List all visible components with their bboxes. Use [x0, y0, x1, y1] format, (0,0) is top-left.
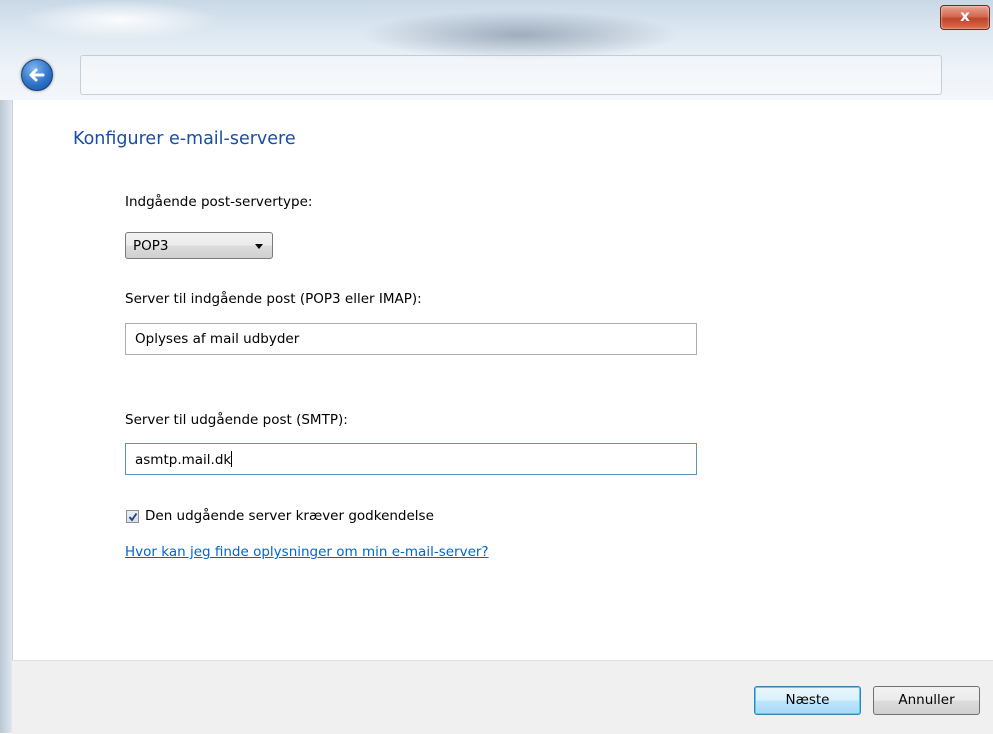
title-bar: [0, 0, 993, 100]
incoming-type-select[interactable]: POP3: [125, 232, 273, 259]
text-caret: [231, 451, 233, 467]
incoming-server-label: Server til indgående post (POP3 eller IM…: [125, 291, 422, 307]
chevron-down-icon: [255, 244, 263, 249]
glass-background-window: [80, 55, 942, 95]
server-help-link[interactable]: Hvor kan jeg finde oplysninger om min e-…: [125, 544, 489, 560]
glass-reflection: [360, 10, 680, 60]
outgoing-server-input[interactable]: asmtp.mail.dk: [125, 443, 697, 475]
wizard-content: [12, 100, 993, 660]
next-button[interactable]: Næste: [754, 686, 861, 715]
incoming-server-input[interactable]: Oplyses af mail udbyder: [125, 323, 697, 355]
auth-checkbox-label: Den udgående server kræver godkendelse: [145, 508, 434, 524]
outgoing-server-label: Server til udgående post (SMTP):: [125, 412, 348, 428]
checkmark-icon: [128, 512, 138, 522]
auth-checkbox[interactable]: [126, 510, 139, 523]
incoming-type-value: POP3: [133, 238, 169, 254]
incoming-type-label: Indgående post-servertype:: [125, 194, 313, 210]
page-title: Konfigurer e-mail-servere: [73, 129, 296, 149]
close-icon: x: [960, 7, 970, 25]
back-arrow-icon: [29, 68, 45, 82]
incoming-server-value: Oplyses af mail udbyder: [135, 331, 300, 347]
close-button[interactable]: x: [940, 5, 990, 30]
cancel-button[interactable]: Annuller: [873, 686, 980, 715]
glass-reflection: [20, 0, 220, 40]
window-frame-edge: [0, 100, 12, 733]
back-button[interactable]: [21, 59, 53, 91]
outgoing-server-value: asmtp.mail.dk: [135, 452, 232, 468]
